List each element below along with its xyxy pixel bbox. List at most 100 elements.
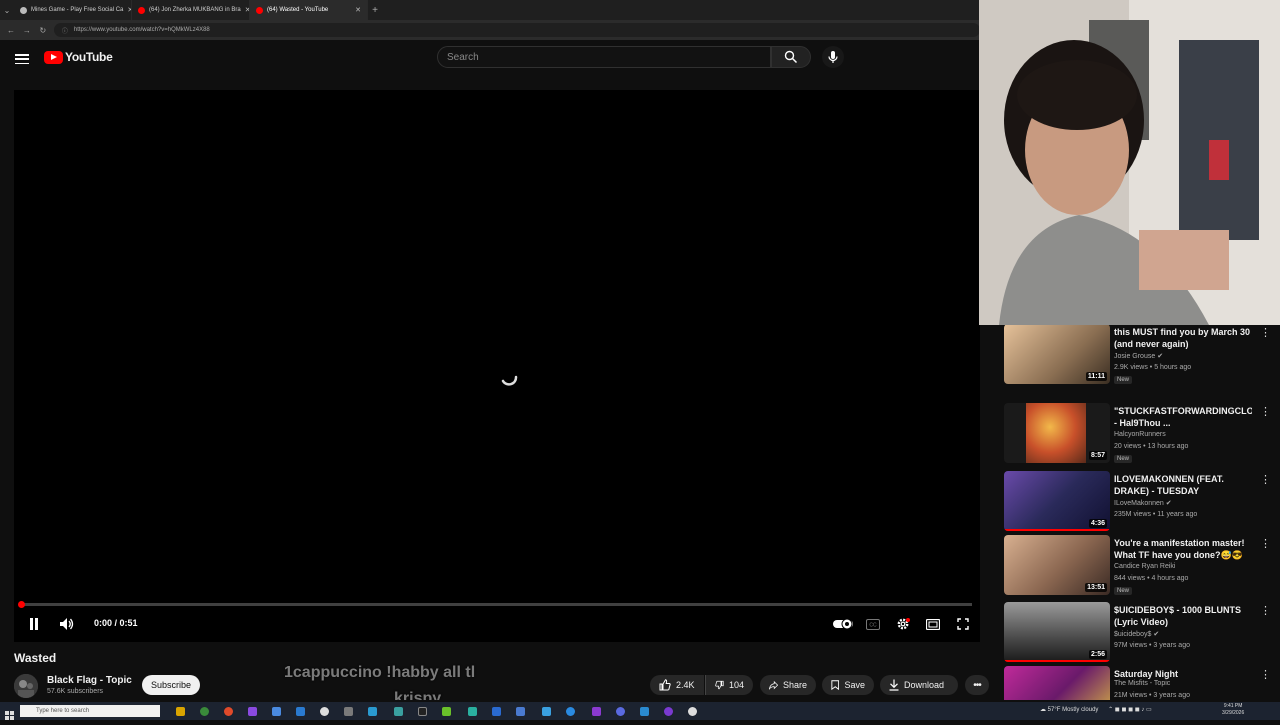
recommendation-title[interactable]: "STUCKFASTFORWARDINGCLOCKS" - Hal9Thou .… — [1114, 405, 1252, 429]
duration-badge: 4:36 — [1088, 519, 1107, 528]
nvidia-icon[interactable] — [442, 707, 451, 716]
browser-tab-bar: ⌄ Mines Game - Play Free Social Ca ✕ (64… — [0, 0, 980, 20]
pause-button[interactable] — [26, 614, 42, 634]
recommendation-item[interactable]: 2:56 $UICIDEBOY$ - 1000 BLUNTS (Lyric Vi… — [1004, 602, 1271, 666]
more-vertical-icon[interactable]: ⋮ — [1260, 405, 1271, 418]
youtube-logo[interactable]: YouTube — [44, 50, 113, 64]
recommendation-item[interactable]: Saturday Night The Misfits - Topic 21M v… — [1004, 666, 1271, 700]
voice-search-button[interactable] — [822, 46, 844, 68]
dislike-button[interactable]: 104 — [705, 675, 753, 695]
video-title: Wasted — [14, 651, 57, 665]
url-field[interactable]: ⓘ https://www.youtube.com/watch?v=hQMkWL… — [53, 23, 980, 37]
recommendation-item[interactable]: 8:57 "STUCKFASTFORWARDINGCLOCKS" - Hal9T… — [1004, 403, 1271, 467]
tab-list-icon[interactable]: ⌄ — [0, 6, 14, 15]
new-tab-icon[interactable]: + — [368, 5, 382, 16]
app-icon[interactable] — [320, 707, 329, 716]
forward-icon[interactable]: → — [22, 26, 32, 35]
browser-tab-mukbang[interactable]: (64) Jon Zherka MUKBANG in Bra ✕ — [132, 0, 250, 20]
file-explorer-icon[interactable] — [176, 707, 185, 716]
back-icon[interactable]: ← — [6, 26, 16, 35]
close-tab-icon[interactable]: ✕ — [355, 6, 361, 14]
video-thumbnail[interactable] — [1004, 666, 1110, 700]
edge-icon[interactable] — [566, 707, 575, 716]
save-button[interactable]: Save — [822, 675, 874, 695]
progress-bar[interactable] — [22, 603, 972, 606]
app-icon[interactable] — [200, 707, 209, 716]
app-icon[interactable] — [492, 707, 501, 716]
app-icon[interactable] — [542, 707, 551, 716]
video-thumbnail[interactable]: 13:51 — [1004, 535, 1110, 595]
app-icon[interactable] — [418, 707, 427, 716]
app-icon[interactable] — [368, 707, 377, 716]
recommendation-item[interactable]: 11:11 this MUST find you by March 30 (an… — [1004, 324, 1271, 388]
recommendation-channel[interactable]: Candice Ryan Reiki — [1114, 563, 1175, 570]
recommendation-title[interactable]: $UICIDEBOY$ - 1000 BLUNTS (Lyric Video) — [1114, 604, 1252, 628]
autoplay-toggle[interactable] — [832, 614, 854, 634]
channel-name[interactable]: Black Flag - Topic — [47, 675, 132, 686]
search-icon — [784, 50, 798, 64]
recommendation-title[interactable]: You're a manifestation master! What TF h… — [1114, 537, 1252, 561]
recommendation-channel[interactable]: Josie Grouse ✔ — [1114, 352, 1163, 360]
video-thumbnail[interactable]: 4:36 — [1004, 471, 1110, 531]
app-icon[interactable] — [516, 707, 525, 716]
video-player[interactable]: 0:00 / 0:51 CC — [14, 90, 980, 642]
app-icon[interactable] — [296, 707, 305, 716]
recommendation-title[interactable]: Saturday Night — [1114, 668, 1252, 680]
scrubber-handle[interactable] — [18, 601, 25, 608]
app-icon[interactable] — [640, 707, 649, 716]
more-actions-button[interactable]: ••• — [965, 675, 989, 695]
chrome-icon[interactable] — [224, 707, 233, 716]
app-icon[interactable] — [468, 707, 477, 716]
windows-start-icon[interactable] — [5, 707, 14, 720]
captions-button[interactable]: CC — [864, 614, 882, 634]
more-vertical-icon[interactable]: ⋮ — [1260, 604, 1271, 617]
taskbar-clock[interactable]: 9:41 PM 3/29/2026 — [1222, 703, 1244, 717]
recommendation-meta: 844 views • 4 hours ago — [1114, 575, 1189, 582]
recommendation-channel[interactable]: The Misfits - Topic — [1114, 680, 1170, 687]
site-info-icon[interactable]: ⓘ — [62, 26, 68, 35]
browser-tab-mines[interactable]: Mines Game - Play Free Social Ca ✕ — [14, 0, 132, 20]
browser-tab-wasted[interactable]: (64) Wasted - YouTube ✕ — [250, 0, 368, 20]
recommendation-title[interactable]: this MUST find you by March 30 (and neve… — [1114, 326, 1252, 350]
menu-icon[interactable] — [14, 52, 30, 66]
video-thumbnail[interactable]: 11:11 — [1004, 324, 1110, 384]
verified-icon: ✔ — [1153, 631, 1160, 638]
microphone-icon — [828, 51, 838, 63]
search-input[interactable]: Search — [437, 46, 771, 68]
download-button[interactable]: Download — [880, 675, 958, 695]
logo-text: YouTube — [65, 50, 113, 64]
app-icon[interactable] — [394, 707, 403, 716]
subscribe-button[interactable]: Subscribe — [142, 675, 200, 695]
recommendation-item[interactable]: 13:51 You're a manifestation master! Wha… — [1004, 535, 1271, 599]
video-thumbnail[interactable]: 8:57 — [1004, 403, 1110, 463]
settings-button[interactable] — [894, 614, 912, 634]
system-tray[interactable]: ☁ 57°F Mostly cloudy ⌃ ◼ ◼ ◼ ◼ ♪ ▭ — [1040, 706, 1152, 713]
recommendation-item[interactable]: 4:36 ILOVEMAKONNEN (FEAT. DRAKE) - TUESD… — [1004, 471, 1271, 535]
channel-avatar[interactable] — [14, 674, 38, 698]
search-button[interactable] — [771, 46, 811, 68]
like-button[interactable]: 2.4K — [650, 675, 704, 695]
fullscreen-button[interactable] — [954, 614, 972, 634]
app-icon[interactable] — [592, 707, 601, 716]
video-thumbnail[interactable]: 2:56 — [1004, 602, 1110, 662]
more-vertical-icon[interactable]: ⋮ — [1260, 668, 1271, 681]
more-vertical-icon[interactable]: ⋮ — [1260, 473, 1271, 486]
volume-button[interactable] — [58, 614, 76, 634]
reload-icon[interactable]: ↻ — [38, 26, 48, 35]
share-button[interactable]: Share — [760, 675, 816, 695]
taskbar-search-input[interactable]: Type here to search — [20, 705, 160, 717]
more-vertical-icon[interactable]: ⋮ — [1260, 537, 1271, 550]
steam-icon[interactable] — [688, 707, 697, 716]
new-badge: New — [1114, 455, 1133, 463]
twitch-icon[interactable] — [664, 707, 673, 716]
theater-mode-button[interactable] — [924, 614, 942, 634]
recommendation-channel[interactable]: ILoveMakonnen ✔ — [1114, 499, 1172, 507]
discord-icon[interactable] — [616, 707, 625, 716]
more-vertical-icon[interactable]: ⋮ — [1260, 326, 1271, 339]
app-icon[interactable] — [248, 707, 257, 716]
recommendation-channel[interactable]: $uicideboy$ ✔ — [1114, 630, 1159, 638]
app-icon[interactable] — [344, 707, 353, 716]
app-icon[interactable] — [272, 707, 281, 716]
recommendation-title[interactable]: ILOVEMAKONNEN (FEAT. DRAKE) - TUESDAY — [1114, 473, 1252, 497]
recommendation-channel[interactable]: HalcyonRunners — [1114, 431, 1166, 438]
